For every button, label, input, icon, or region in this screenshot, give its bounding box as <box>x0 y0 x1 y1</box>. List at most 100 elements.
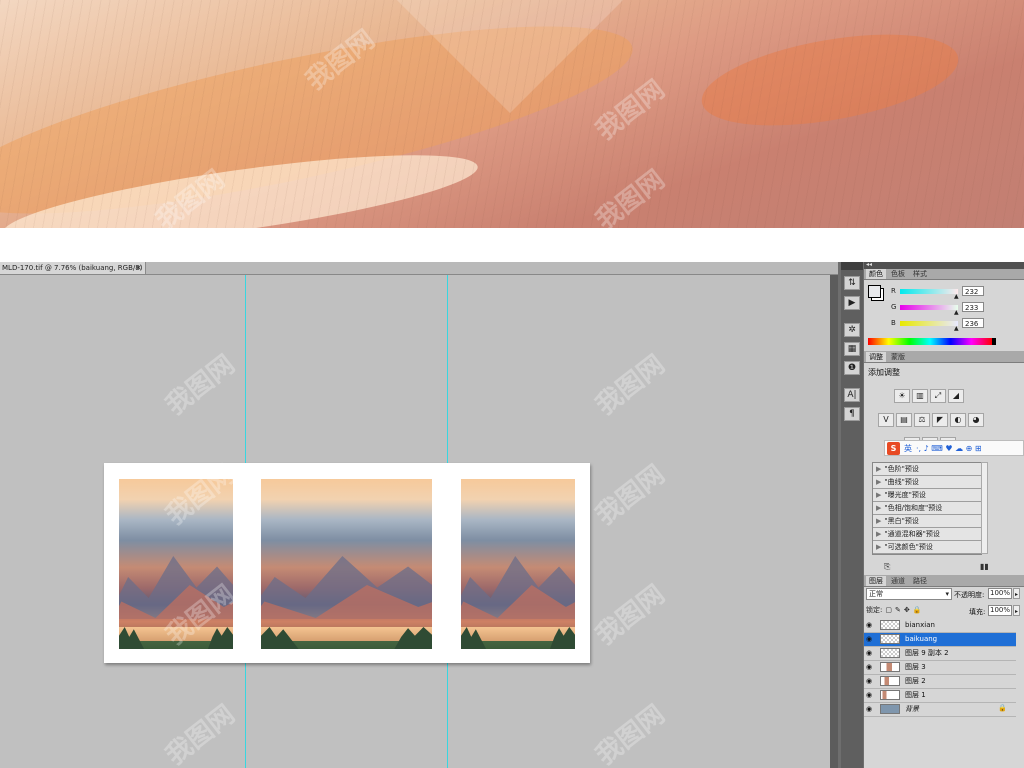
lock-all-icon[interactable]: 🔒 <box>913 606 922 614</box>
right-panel-dock: 颜色 色板 样式 R ▲ 232 G ▲ 233 B ▲ 236 调整 蒙版 添… <box>864 262 1024 768</box>
clip-to-layer-icon[interactable]: ⎘ <box>884 562 890 572</box>
tab-swatches[interactable]: 色板 <box>888 269 908 279</box>
close-icon[interactable]: × <box>135 263 142 272</box>
vibrance-icon[interactable]: V <box>878 413 894 427</box>
layer-row-3[interactable]: ◉ 图层 3 <box>864 661 1016 675</box>
blue-slider[interactable] <box>900 321 958 326</box>
layer-name[interactable]: 图层 3 <box>905 662 926 673</box>
lock-options: 锁定: ▢ ✎ ✥ 🔒 <box>866 605 921 615</box>
history-icon[interactable]: ⇅ <box>844 276 860 290</box>
banner-texture <box>0 0 1024 228</box>
layer-name[interactable]: 图层 9 副本 2 <box>905 648 949 659</box>
blue-value-field[interactable]: 236 <box>962 318 984 328</box>
histogram-icon[interactable]: ▦ <box>844 342 860 356</box>
navigator-icon[interactable]: ✲ <box>844 323 860 337</box>
red-label: R <box>891 287 896 295</box>
slider-knob-icon[interactable]: ▲ <box>954 293 959 300</box>
layer-row-baikuang[interactable]: ◉ baikuang <box>864 633 1016 647</box>
exposure-icon[interactable]: ◢ <box>948 389 964 403</box>
watermark: 我图网 <box>590 699 671 768</box>
tab-color[interactable]: 颜色 <box>866 269 886 279</box>
layer-row-bianxian[interactable]: ◉ bianxian <box>864 619 1016 633</box>
photo-filter-icon[interactable]: ◐ <box>950 413 966 427</box>
document-tab-title: MLD-170.tif @ 7.76% (baikuang, RGB/8) <box>2 264 143 272</box>
chevron-down-icon: ▾ <box>945 590 949 598</box>
ime-language-toggle[interactable]: 英 <box>904 443 912 454</box>
delete-adjustment-icon[interactable]: ▮▮ <box>980 562 989 571</box>
slider-knob-icon[interactable]: ▲ <box>954 325 959 332</box>
layer-name[interactable]: 图层 2 <box>905 676 926 687</box>
black-white-icon[interactable]: ◤ <box>932 413 948 427</box>
preset-channel-mixer[interactable]: ▶ "通道混和器"预设 <box>873 528 981 541</box>
sogou-logo-icon[interactable]: S <box>887 441 900 455</box>
eye-icon[interactable]: ◉ <box>866 649 872 657</box>
tab-channels[interactable]: 通道 <box>888 576 908 586</box>
layer-row-9-copy-2[interactable]: ◉ 图层 9 副本 2 <box>864 647 1016 661</box>
green-value-field[interactable]: 233 <box>962 302 984 312</box>
fill-field[interactable]: 100% <box>988 605 1012 616</box>
color-spectrum-bar[interactable] <box>868 338 996 345</box>
preset-selective-color[interactable]: ▶ "可选颜色"预设 <box>873 541 981 554</box>
eye-icon[interactable]: ◉ <box>866 691 872 699</box>
foreground-color-swatch[interactable] <box>868 285 881 298</box>
character-icon[interactable]: A| <box>844 388 860 402</box>
eye-icon[interactable]: ◉ <box>866 677 872 685</box>
color-balance-icon[interactable]: ⚖ <box>914 413 930 427</box>
red-slider[interactable] <box>900 289 958 294</box>
ime-toolbar[interactable]: S 英 ·, ♪ ⌨ ♥ ☁ ⊕ ⊞ <box>884 440 1024 456</box>
layer-name[interactable]: baikuang <box>905 634 937 645</box>
layer-name[interactable]: bianxian <box>905 620 935 631</box>
tab-layers[interactable]: 图层 <box>866 576 886 586</box>
brightness-icon[interactable]: ☀ <box>894 389 910 403</box>
tab-masks[interactable]: 蒙版 <box>888 352 908 362</box>
layer-row-background[interactable]: ◉ 背景 🔒 <box>864 703 1016 717</box>
triptych-artboard[interactable] <box>104 463 590 663</box>
document-tab[interactable]: MLD-170.tif @ 7.76% (baikuang, RGB/8) × <box>0 262 146 274</box>
layer-row-2[interactable]: ◉ 图层 2 <box>864 675 1016 689</box>
preset-exposure[interactable]: ▶ "曝光度"预设 <box>873 489 981 502</box>
eye-icon[interactable]: ◉ <box>866 621 872 629</box>
preset-curves[interactable]: ▶ "曲线"预设 <box>873 476 981 489</box>
adjustment-icons-row: V ▤ ⚖ ◤ ◐ ◕ <box>878 413 984 427</box>
paragraph-icon[interactable]: ¶ <box>844 407 860 421</box>
fill-arrow-icon[interactable]: ▸ <box>1013 605 1020 616</box>
layer-name[interactable]: 图层 1 <box>905 690 926 701</box>
canvas-vertical-scrollbar[interactable] <box>830 275 838 768</box>
lock-pixels-icon[interactable]: ✎ <box>895 606 901 614</box>
eye-icon[interactable]: ◉ <box>866 635 872 643</box>
preset-hue-saturation[interactable]: ▶ "色相/饱和度"预设 <box>873 502 981 515</box>
watermark: 我图网 <box>160 699 241 768</box>
tab-paths[interactable]: 路径 <box>910 576 930 586</box>
slider-knob-icon[interactable]: ▲ <box>954 309 959 316</box>
collapse-arrows-icon[interactable]: ◂◂ <box>866 261 872 268</box>
levels-icon[interactable]: ▥ <box>912 389 928 403</box>
red-value-field[interactable]: 232 <box>962 286 984 296</box>
expand-arrow-icon: ▶ <box>876 478 882 486</box>
actions-icon[interactable]: ▶ <box>844 296 860 310</box>
preset-levels[interactable]: ▶ "色阶"预设 <box>873 463 981 476</box>
green-slider[interactable] <box>900 305 958 310</box>
canvas-area[interactable]: 我图网 我图网 我图网 我图网 我图网 我图网 我图网 我图网 <box>0 275 830 768</box>
hue-saturation-icon[interactable]: ▤ <box>896 413 912 427</box>
opacity-arrow-icon[interactable]: ▸ <box>1013 588 1020 599</box>
tab-styles[interactable]: 样式 <box>910 269 930 279</box>
eye-icon[interactable]: ◉ <box>866 663 872 671</box>
lock-transparency-icon[interactable]: ▢ <box>885 606 892 614</box>
red-slider-row: R ▲ 232 <box>891 286 1019 300</box>
presets-scrollbar[interactable] <box>981 462 988 554</box>
lock-position-icon[interactable]: ✥ <box>904 606 910 614</box>
green-label: G <box>891 303 897 311</box>
tab-adjustments[interactable]: 调整 <box>866 352 886 362</box>
layer-thumbnail <box>880 648 900 658</box>
preset-black-white[interactable]: ▶ "黑白"预设 <box>873 515 981 528</box>
info-icon[interactable]: ❶ <box>844 361 860 375</box>
curves-icon[interactable]: ⤢ <box>930 389 946 403</box>
ime-toolbar-icons[interactable]: ·, ♪ ⌨ ♥ ☁ ⊕ ⊞ <box>916 444 982 453</box>
channel-mixer-icon[interactable]: ◕ <box>968 413 984 427</box>
layer-row-1[interactable]: ◉ 图层 1 <box>864 689 1016 703</box>
eye-icon[interactable]: ◉ <box>866 705 872 713</box>
panel-collapse-bar[interactable]: ◂◂ <box>864 261 1024 269</box>
layer-name[interactable]: 背景 <box>905 704 919 715</box>
opacity-field[interactable]: 100% <box>988 588 1012 599</box>
blend-mode-select[interactable]: 正常 ▾ <box>866 588 952 600</box>
